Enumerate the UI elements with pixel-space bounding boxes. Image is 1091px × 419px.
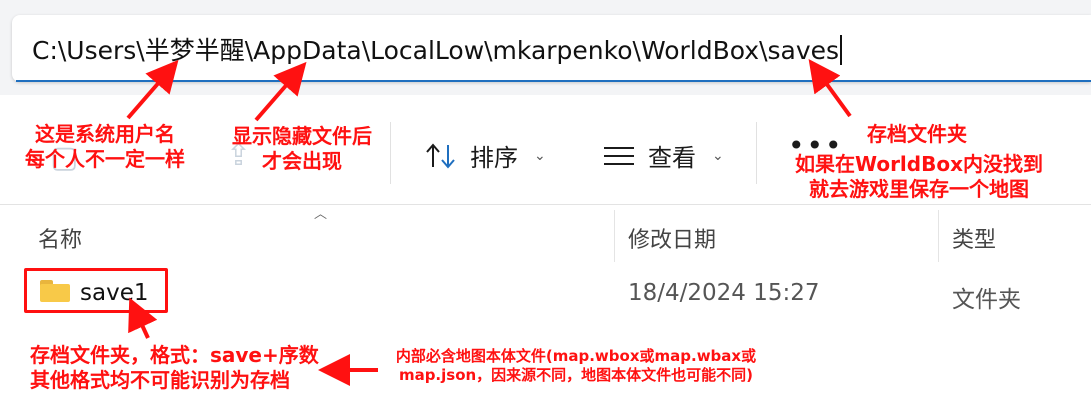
save-folder-hint-note: 如果在WorldBox内没找到 就去游戏里保存一个地图 <box>794 152 1043 201</box>
username-note: 这是系统用户名 每个人不一定一样 <box>25 122 185 171</box>
column-type[interactable]: 类型 <box>952 222 996 254</box>
save-format-note: 存档文件夹，格式：save+序数 其他格式均不可能识别为存档 <box>30 343 319 392</box>
toolbar-divider <box>756 122 757 184</box>
lines-view-icon <box>604 146 634 165</box>
view-button[interactable]: 查看 ⌄ <box>602 138 724 173</box>
column-separator[interactable] <box>614 210 615 262</box>
save-folder-title-note: 存档文件夹 <box>867 122 967 146</box>
address-path[interactable]: C:\Users\半梦半醒\AppData\LocalLow\mkarpenko… <box>32 31 843 67</box>
save-content-note: 内部必含地图本体文件(map.wbox或map.wbax或 map.json，因… <box>395 347 757 384</box>
toolbar-divider <box>390 122 391 184</box>
sort-arrows-icon <box>426 142 455 169</box>
column-name[interactable]: 名称 <box>38 222 82 254</box>
address-focus-underline <box>16 80 1091 82</box>
file-type: 文件夹 <box>952 287 1021 313</box>
address-bar[interactable]: C:\Users\半梦半醒\AppData\LocalLow\mkarpenko… <box>12 15 1091 82</box>
hidden-files-note: 显示隐藏文件后 才会出现 <box>232 124 372 173</box>
file-modified: 18/4/2024 15:27 <box>628 280 820 306</box>
column-separator[interactable] <box>938 210 939 262</box>
sort-label: 排序 <box>470 144 518 172</box>
sort-button[interactable]: 排序 ⌄ <box>424 138 546 173</box>
view-label: 查看 <box>648 144 696 172</box>
chevron-down-icon: ⌄ <box>534 147 546 164</box>
chevron-down-icon: ⌄ <box>712 147 724 164</box>
column-modified[interactable]: 修改日期 <box>628 222 716 254</box>
column-header-row: 名称 修改日期 类型 <box>0 210 1091 262</box>
highlight-box <box>24 268 168 313</box>
text-caret <box>840 35 843 65</box>
